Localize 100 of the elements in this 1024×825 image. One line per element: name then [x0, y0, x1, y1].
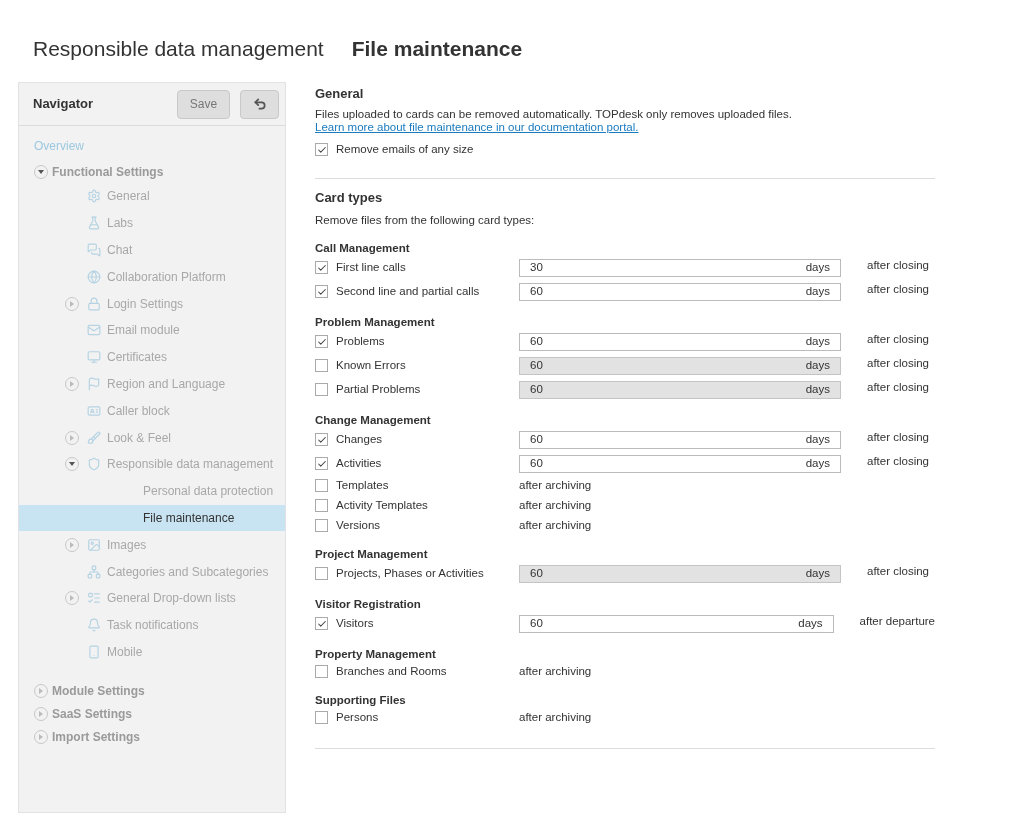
days-input-field[interactable]: 60 days: [519, 380, 841, 399]
nav-item[interactable]: Region and Language: [19, 370, 285, 398]
days-input-field[interactable]: 60 days: [519, 282, 841, 301]
nav-section[interactable]: Import Settings: [19, 725, 285, 749]
checkbox[interactable]: [315, 433, 328, 446]
nav-item[interactable]: General Drop-down lists: [19, 584, 285, 612]
group-heading: Property Management: [315, 646, 437, 662]
days-input-field[interactable]: 60 days: [519, 614, 834, 633]
checkbox[interactable]: [315, 285, 328, 298]
checkmark-icon: [316, 458, 327, 469]
page-section-title: Responsible data management: [33, 36, 324, 62]
nav-section[interactable]: Module Settings: [19, 679, 285, 703]
option-label: Persons: [336, 709, 379, 725]
retention-label: after closing: [867, 355, 929, 371]
nav-item[interactable]: Responsible data management: [19, 450, 285, 478]
nav-item[interactable]: Login Settings: [19, 290, 285, 317]
retention-label: after closing: [867, 281, 929, 297]
checkbox[interactable]: [315, 359, 328, 372]
nav-item[interactable]: Task notifications: [19, 611, 285, 639]
nav-item[interactable]: Email module: [19, 317, 285, 344]
retention-label: after closing: [867, 257, 929, 273]
hierarchy-icon: [87, 564, 101, 579]
flask-icon: [87, 216, 101, 231]
image-icon: [87, 537, 101, 552]
nav-item[interactable]: Mobile: [19, 638, 285, 666]
nav-item[interactable]: Images: [19, 531, 285, 559]
group-heading: Supporting Files: [315, 692, 407, 708]
undo-icon: [252, 97, 267, 111]
checkbox[interactable]: [315, 567, 328, 580]
checkbox[interactable]: [315, 479, 328, 492]
retention-label: after archiving: [519, 663, 592, 679]
checkmark-icon: [316, 434, 327, 445]
option-label: Templates: [336, 477, 389, 493]
nav-section[interactable]: Functional Settings: [19, 160, 285, 183]
unit-label: days: [805, 333, 830, 349]
checkbox[interactable]: [315, 457, 328, 470]
days-input-field[interactable]: 30 days: [519, 258, 841, 277]
checkbox[interactable]: [315, 665, 328, 678]
option-label: Partial Problems: [336, 381, 421, 397]
caret-right-icon: [38, 733, 44, 740]
section-heading: Card types: [315, 189, 384, 208]
caret-right-icon: [69, 380, 75, 387]
checkbox[interactable]: [315, 499, 328, 512]
checkmark-icon: [316, 144, 327, 155]
caret-right-icon: [69, 300, 75, 307]
days-input-field[interactable]: 60 days: [519, 564, 841, 583]
retention-label: after archiving: [519, 477, 592, 493]
unit-label: days: [805, 381, 830, 397]
checkbox[interactable]: [315, 617, 328, 630]
nav-item[interactable]: Look & Feel: [19, 424, 285, 451]
caret-right-icon: [69, 434, 75, 441]
option-label: Activities: [336, 455, 382, 471]
id-card-icon: [87, 403, 101, 418]
caret-right-icon: [69, 595, 75, 602]
nav-item[interactable]: Personal data protection: [19, 477, 285, 505]
nav-item[interactable]: Chat: [19, 236, 285, 264]
undo-button[interactable]: [240, 89, 279, 119]
save-button[interactable]: Save: [177, 89, 230, 119]
days-input-field[interactable]: 60 days: [519, 356, 841, 375]
checkbox[interactable]: [315, 711, 328, 724]
nav-item[interactable]: Certificates: [19, 343, 285, 371]
nav-item[interactable]: Labs: [19, 209, 285, 237]
unit-label: days: [805, 283, 830, 299]
option-label: Remove emails of any size: [336, 142, 474, 157]
input-value: 60: [530, 283, 543, 299]
retention-label: after closing: [867, 379, 929, 395]
unit-label: days: [805, 259, 830, 275]
overview-link[interactable]: Overview: [34, 137, 84, 155]
retention-label: after closing: [867, 563, 929, 579]
checkmark-icon: [316, 336, 327, 347]
days-input-field[interactable]: 60 days: [519, 454, 841, 473]
days-input-field[interactable]: 60 days: [519, 430, 841, 449]
group-heading: Call Management: [315, 240, 411, 256]
nav-item[interactable]: Categories and Subcategories: [19, 558, 285, 585]
unit-label: days: [805, 431, 830, 447]
checkmark-icon: [316, 286, 327, 297]
checkbox[interactable]: [315, 261, 328, 274]
navigator-title: Navigator: [33, 95, 93, 114]
nav-item[interactable]: General: [19, 183, 285, 210]
nav-item[interactable]: Collaboration Platform: [19, 263, 285, 291]
input-value: 60: [530, 431, 543, 447]
days-input-field[interactable]: 60 days: [519, 332, 841, 351]
nav-section[interactable]: SaaS Settings: [19, 702, 285, 726]
option-label: First line calls: [336, 259, 406, 275]
page-title: File maintenance: [351, 36, 523, 62]
checkmark-icon: [316, 618, 327, 629]
retention-label: after closing: [867, 453, 929, 469]
caret-right-icon: [38, 687, 44, 694]
nav-item[interactable]: Caller block: [19, 397, 285, 425]
documentation-link[interactable]: Learn more about file maintenance in our documentation portal.: [315, 121, 639, 133]
checkbox[interactable]: [315, 519, 328, 532]
lock-icon: [87, 296, 101, 311]
list-icon: [87, 591, 101, 606]
checkbox[interactable]: [315, 383, 328, 396]
checkbox[interactable]: [315, 335, 328, 348]
nav-item[interactable]: File maintenance: [19, 504, 285, 532]
unit-label: days: [798, 615, 823, 631]
checkbox[interactable]: [315, 143, 328, 157]
input-value: 60: [530, 565, 543, 581]
group-heading: Project Management: [315, 546, 429, 562]
